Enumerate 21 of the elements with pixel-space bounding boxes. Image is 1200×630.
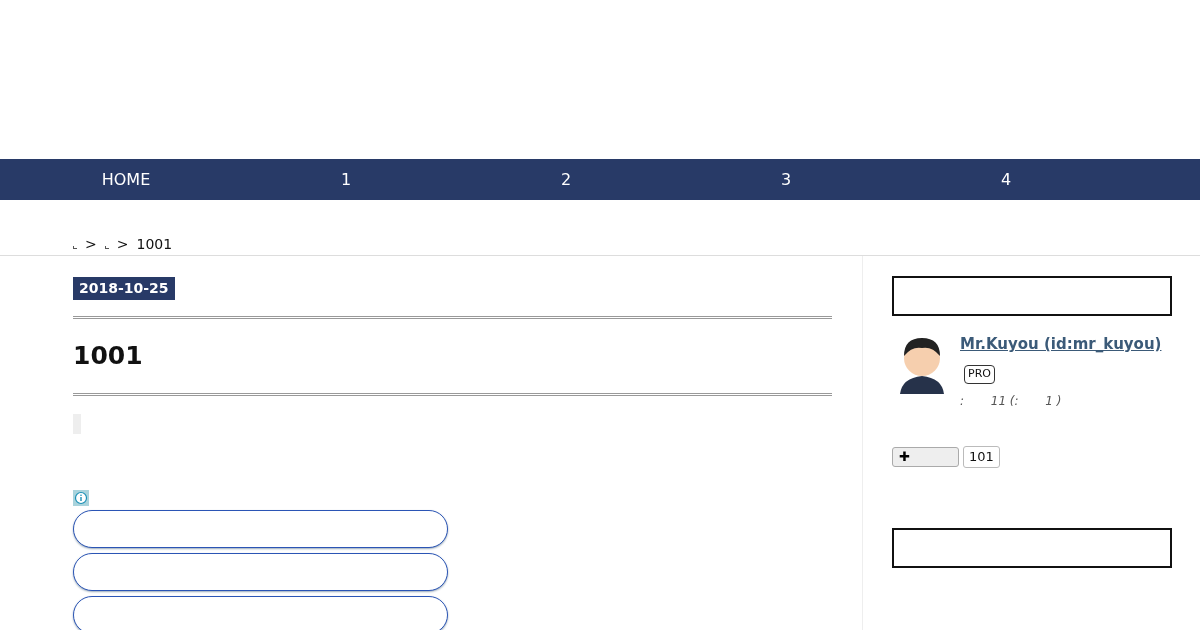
nav-link[interactable]: HOME <box>16 159 236 200</box>
profile-stats: : 11 (: 1 ) <box>960 393 1063 410</box>
follower-count: 101 <box>963 446 1000 468</box>
breadcrumb-link[interactable] <box>104 246 109 249</box>
nav-link[interactable]: 3 <box>676 159 896 200</box>
profile-name-link[interactable]: Mr.Kuyou (id:mr_kuyou) <box>960 335 1162 353</box>
breadcrumb-current: 1001 <box>136 236 173 252</box>
breadcrumb-separator: > <box>116 236 129 252</box>
breadcrumb-separator: > <box>85 236 97 252</box>
nav-link[interactable]: 2 <box>456 159 676 200</box>
nav-link[interactable]: 1 <box>236 159 456 200</box>
article-title: 1001 <box>73 341 144 371</box>
option-button[interactable] <box>73 596 448 630</box>
option-button[interactable] <box>73 553 448 591</box>
pro-badge: PRO <box>964 365 995 384</box>
option-button[interactable] <box>73 510 448 548</box>
info-icon[interactable] <box>73 490 89 506</box>
nav-link[interactable]: 4 <box>896 159 1116 200</box>
follow-button[interactable]: ✚ <box>892 446 959 467</box>
date-label: 2018-10-25 <box>73 277 175 300</box>
breadcrumb-link[interactable] <box>73 246 77 249</box>
